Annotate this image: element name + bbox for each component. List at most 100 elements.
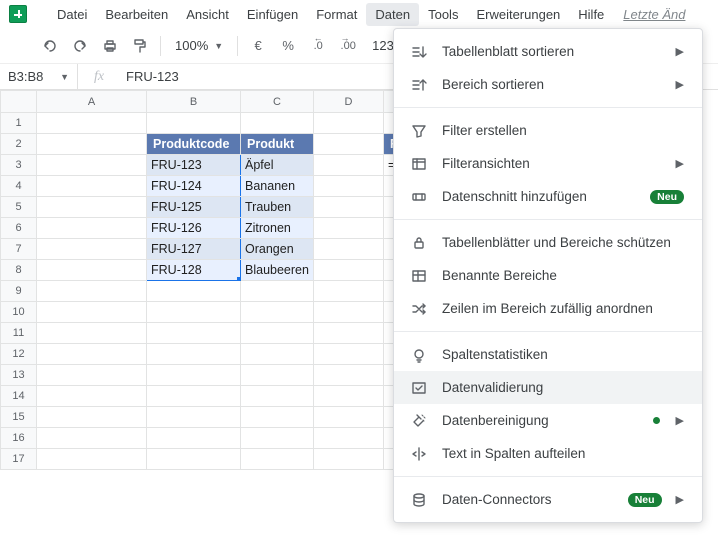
row-header-16[interactable]: 16 xyxy=(1,428,37,449)
menu-item-lock[interactable]: Tabellenblätter und Bereiche schützen xyxy=(394,226,702,259)
cell[interactable]: Trauben xyxy=(241,197,314,218)
cell[interactable] xyxy=(313,239,383,260)
paint-format-button[interactable] xyxy=(126,32,154,60)
cell[interactable] xyxy=(37,239,147,260)
cell[interactable] xyxy=(37,176,147,197)
sheets-logo[interactable] xyxy=(6,2,30,26)
cell[interactable] xyxy=(37,260,147,281)
cell[interactable] xyxy=(313,344,383,365)
decrease-decimals-button[interactable]: .0← xyxy=(304,32,332,60)
col-header-B[interactable]: B xyxy=(147,91,241,113)
cell[interactable]: Äpfel xyxy=(241,155,314,176)
cell[interactable] xyxy=(241,407,314,428)
menu-item-slicer[interactable]: Datenschnitt hinzufügenNeu xyxy=(394,180,702,213)
cell[interactable] xyxy=(313,155,383,176)
formula-input[interactable]: FRU-123 xyxy=(120,69,179,84)
menu-item-named[interactable]: Benannte Bereiche xyxy=(394,259,702,292)
cell[interactable] xyxy=(147,344,241,365)
cell[interactable]: FRU-127 xyxy=(147,239,241,260)
format-currency-button[interactable]: € xyxy=(244,32,272,60)
name-box[interactable]: B3:B8▼ xyxy=(0,64,78,89)
cell[interactable] xyxy=(313,449,383,470)
cell[interactable] xyxy=(313,281,383,302)
col-header-A[interactable]: A xyxy=(37,91,147,113)
cell[interactable] xyxy=(147,449,241,470)
cell[interactable] xyxy=(147,365,241,386)
menu-item-sort-range[interactable]: Bereich sortieren▶ xyxy=(394,68,702,101)
cell[interactable] xyxy=(37,302,147,323)
zoom-select[interactable]: 100%▼ xyxy=(167,38,231,53)
cell[interactable]: FRU-123 xyxy=(147,155,241,176)
cell[interactable] xyxy=(313,386,383,407)
cell[interactable] xyxy=(37,386,147,407)
row-header-6[interactable]: 6 xyxy=(1,218,37,239)
menu-datei[interactable]: Datei xyxy=(48,3,96,26)
cell[interactable] xyxy=(241,323,314,344)
menu-item-split[interactable]: Text in Spalten aufteilen xyxy=(394,437,702,470)
cell[interactable] xyxy=(37,407,147,428)
cell[interactable] xyxy=(313,260,383,281)
row-header-15[interactable]: 15 xyxy=(1,407,37,428)
row-header-1[interactable]: 1 xyxy=(1,113,37,134)
cell[interactable] xyxy=(313,365,383,386)
cell[interactable] xyxy=(313,113,383,134)
cell[interactable] xyxy=(37,365,147,386)
increase-decimals-button[interactable]: .00→ xyxy=(334,32,362,60)
row-header-12[interactable]: 12 xyxy=(1,344,37,365)
cell[interactable]: FRU-128 xyxy=(147,260,241,281)
row-header-13[interactable]: 13 xyxy=(1,365,37,386)
cell[interactable] xyxy=(241,386,314,407)
cell[interactable] xyxy=(241,344,314,365)
col-header-D[interactable]: D xyxy=(313,91,383,113)
cell[interactable]: Produktcode xyxy=(147,134,241,155)
cell[interactable] xyxy=(241,113,314,134)
format-percent-button[interactable]: % xyxy=(274,32,302,60)
row-header-17[interactable]: 17 xyxy=(1,449,37,470)
cell[interactable] xyxy=(241,365,314,386)
cell[interactable] xyxy=(313,218,383,239)
row-header-8[interactable]: 8 xyxy=(1,260,37,281)
cell[interactable] xyxy=(37,113,147,134)
row-header-2[interactable]: 2 xyxy=(1,134,37,155)
cell[interactable] xyxy=(241,428,314,449)
cell[interactable] xyxy=(241,281,314,302)
redo-button[interactable] xyxy=(66,32,94,60)
cell[interactable] xyxy=(37,155,147,176)
menu-item-filter-views[interactable]: Filteransichten▶ xyxy=(394,147,702,180)
cell[interactable] xyxy=(147,281,241,302)
cell[interactable] xyxy=(147,407,241,428)
menu-item-bulb[interactable]: Spaltenstatistiken xyxy=(394,338,702,371)
cell[interactable] xyxy=(37,134,147,155)
cell[interactable] xyxy=(147,323,241,344)
menu-item-clean[interactable]: Datenbereinigung▶ xyxy=(394,404,702,437)
cell[interactable] xyxy=(37,197,147,218)
row-header-7[interactable]: 7 xyxy=(1,239,37,260)
cell[interactable] xyxy=(37,323,147,344)
menu-tools[interactable]: Tools xyxy=(419,3,467,26)
select-all-corner[interactable] xyxy=(1,91,37,113)
cell[interactable] xyxy=(37,281,147,302)
cell[interactable]: Blaubeeren xyxy=(241,260,314,281)
menu-item-db[interactable]: Daten-ConnectorsNeu▶ xyxy=(394,483,702,516)
cell[interactable]: Zitronen xyxy=(241,218,314,239)
cell[interactable] xyxy=(241,449,314,470)
menu-hilfe[interactable]: Hilfe xyxy=(569,3,613,26)
menu-erweiterungen[interactable]: Erweiterungen xyxy=(467,3,569,26)
menu-ansicht[interactable]: Ansicht xyxy=(177,3,238,26)
row-header-4[interactable]: 4 xyxy=(1,176,37,197)
row-header-10[interactable]: 10 xyxy=(1,302,37,323)
print-button[interactable] xyxy=(96,32,124,60)
last-edit-link[interactable]: Letzte Änd xyxy=(623,7,685,22)
cell[interactable] xyxy=(313,323,383,344)
menu-item-filter[interactable]: Filter erstellen xyxy=(394,114,702,147)
cell[interactable] xyxy=(241,302,314,323)
cell[interactable]: Orangen xyxy=(241,239,314,260)
cell[interactable] xyxy=(37,218,147,239)
cell[interactable] xyxy=(147,386,241,407)
cell[interactable] xyxy=(313,428,383,449)
cell[interactable] xyxy=(147,428,241,449)
cell[interactable] xyxy=(37,449,147,470)
col-header-C[interactable]: C xyxy=(241,91,314,113)
cell[interactable] xyxy=(313,407,383,428)
menu-bearbeiten[interactable]: Bearbeiten xyxy=(96,3,177,26)
